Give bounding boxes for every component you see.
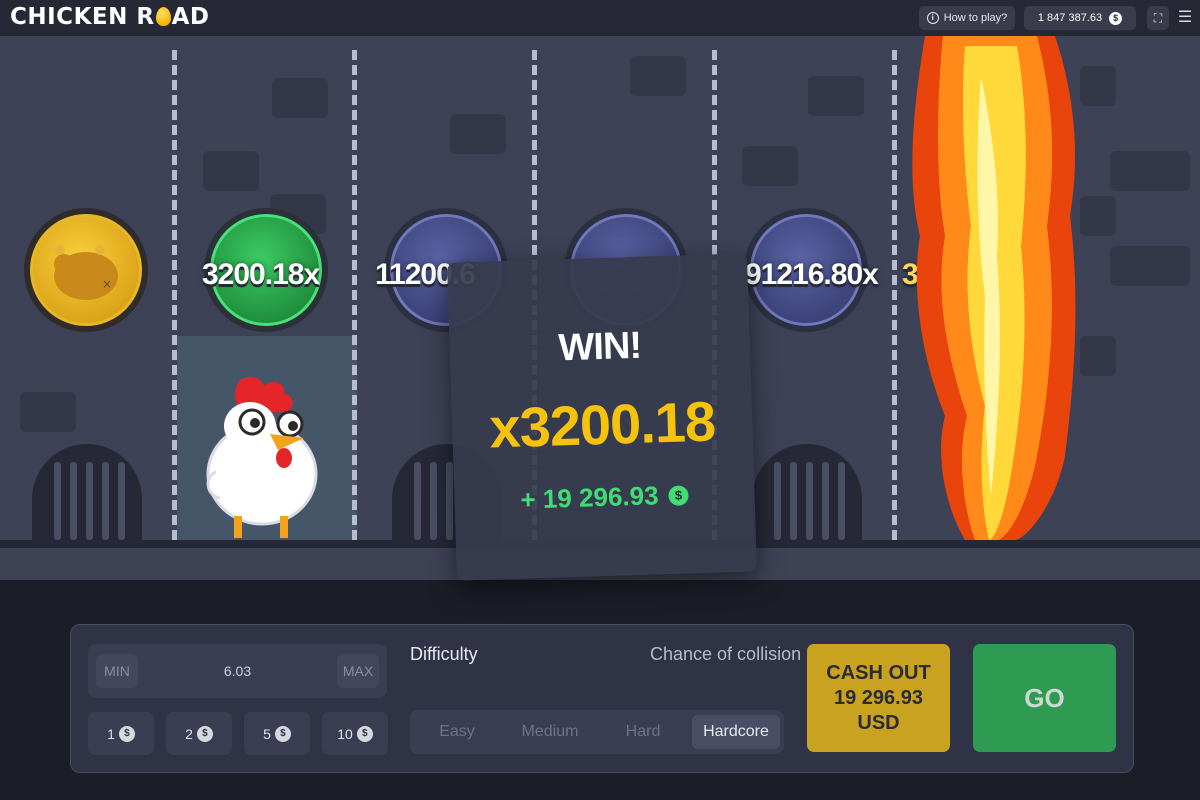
dollar-coin-icon: $ xyxy=(668,484,689,506)
bet-amount-input: MIN 6.03 MAX xyxy=(88,644,387,698)
quick-bet-label: 10 xyxy=(337,725,353,742)
dollar-coin-icon: $ xyxy=(274,725,291,742)
multiplier-label: 91216.80x xyxy=(745,258,879,291)
wall-brick xyxy=(1110,246,1190,286)
wall-brick xyxy=(630,56,686,96)
fire-column xyxy=(912,36,1076,540)
wall-brick xyxy=(203,151,259,191)
win-modal: WIN! x3200.18 + 19 296.93 $ xyxy=(447,253,757,581)
dollar-coin-icon: $ xyxy=(1109,11,1123,25)
quick-bet-2-button[interactable]: 2 $ xyxy=(166,712,232,755)
win-amount-value: + 19 296.93 xyxy=(520,480,659,515)
egg-icon xyxy=(155,7,171,26)
quick-bet-label: 1 xyxy=(107,725,115,742)
wall-brick xyxy=(1080,196,1116,236)
cash-out-amount: 19 296.93 xyxy=(834,686,923,709)
go-button[interactable]: GO xyxy=(973,644,1116,752)
menu-icon[interactable]: ☰ xyxy=(1176,6,1194,30)
cash-out-label: CASH OUT xyxy=(826,661,931,684)
top-bar: CHICKEN R AD i How to play? 1 847 387.63 … xyxy=(0,0,1200,36)
difficulty-medium[interactable]: Medium xyxy=(504,715,596,749)
wall-brick xyxy=(20,392,76,432)
svg-text:×: × xyxy=(102,277,112,291)
dollar-coin-icon: $ xyxy=(356,725,373,742)
quick-bet-label: 2 xyxy=(185,725,193,742)
wall-brick xyxy=(1110,151,1190,191)
quick-bet-1-button[interactable]: 1 $ xyxy=(88,712,154,755)
difficulty-selector: Easy Medium Hard Hardcore xyxy=(410,710,784,754)
lane-divider xyxy=(172,50,177,540)
wall-brick xyxy=(808,76,864,116)
dollar-coin-icon: $ xyxy=(118,725,135,742)
wall-brick xyxy=(450,114,506,154)
passed-lane-coin: × xyxy=(24,208,148,332)
balance-display: 1 847 387.63 $ xyxy=(1024,6,1136,30)
collision-chance-label: Chance of collision xyxy=(650,644,802,664)
quick-bet-5-button[interactable]: 5 $ xyxy=(244,712,310,755)
how-to-play-label: How to play? xyxy=(943,12,1008,24)
bet-max-button[interactable]: MAX xyxy=(337,654,379,688)
win-multiplier: x3200.18 xyxy=(488,389,716,460)
wall-brick xyxy=(742,146,798,186)
difficulty-hard[interactable]: Hard xyxy=(600,715,686,749)
win-amount: + 19 296.93 $ xyxy=(454,477,755,517)
quick-bet-10-button[interactable]: 10 $ xyxy=(322,712,388,755)
current-multiplier-label: 3200.18x xyxy=(202,258,320,291)
dollar-coin-icon: $ xyxy=(196,725,213,742)
cash-out-currency: USD xyxy=(857,711,900,734)
cash-out-button[interactable]: CASH OUT 19 296.93 USD xyxy=(807,644,950,752)
wall-brick xyxy=(272,78,328,118)
game-logo: CHICKEN R AD xyxy=(10,4,210,30)
sewer-grate xyxy=(752,444,862,540)
roast-chicken-icon: × xyxy=(54,245,118,300)
sewer-grate xyxy=(32,444,142,540)
lane-divider xyxy=(892,50,897,540)
fullscreen-icon[interactable]: ⛶ xyxy=(1147,6,1169,30)
difficulty-hardcore[interactable]: Hardcore xyxy=(692,715,780,749)
chicken-character xyxy=(206,377,318,538)
wall-brick xyxy=(1080,336,1116,376)
win-title: WIN! xyxy=(557,324,642,370)
wall-brick xyxy=(1080,66,1116,106)
info-icon: i xyxy=(926,12,939,24)
lane-divider xyxy=(352,50,357,540)
quick-bet-label: 5 xyxy=(263,725,271,742)
balance-value: 1 847 387.63 xyxy=(1037,12,1103,24)
difficulty-label: Difficulty xyxy=(410,644,478,664)
difficulty-easy[interactable]: Easy xyxy=(414,715,500,749)
how-to-play-button[interactable]: i How to play? xyxy=(919,6,1015,30)
bet-min-button[interactable]: MIN xyxy=(96,654,138,688)
bet-value-field[interactable]: 6.03 xyxy=(148,644,327,698)
